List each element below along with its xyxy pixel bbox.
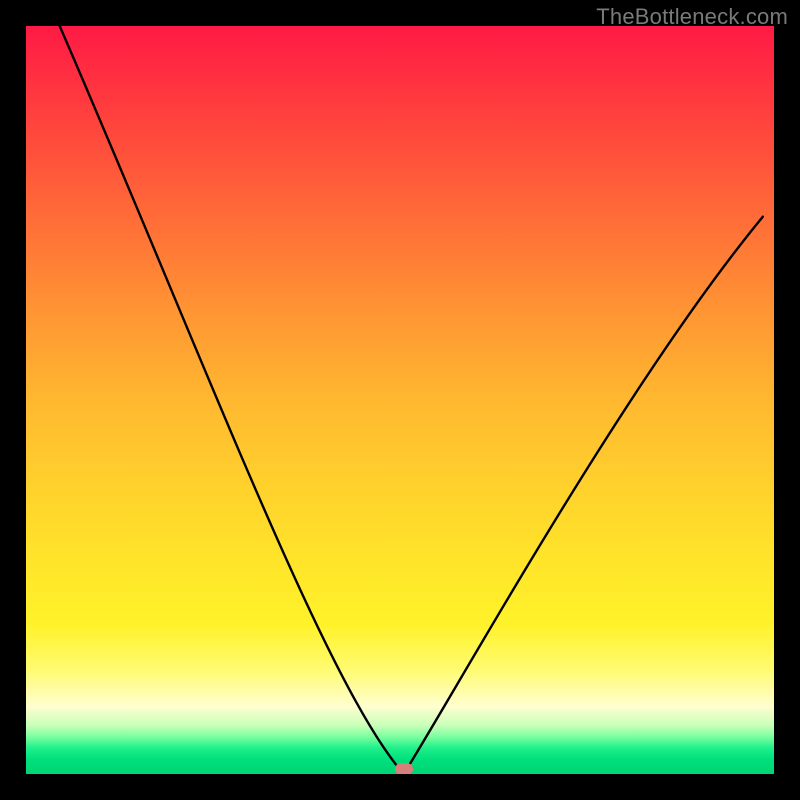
watermark-text: TheBottleneck.com — [596, 4, 788, 30]
optimum-marker — [395, 763, 413, 774]
chart-frame: TheBottleneck.com — [0, 0, 800, 800]
bottleneck-curve — [26, 26, 774, 774]
plot-area — [26, 26, 774, 774]
